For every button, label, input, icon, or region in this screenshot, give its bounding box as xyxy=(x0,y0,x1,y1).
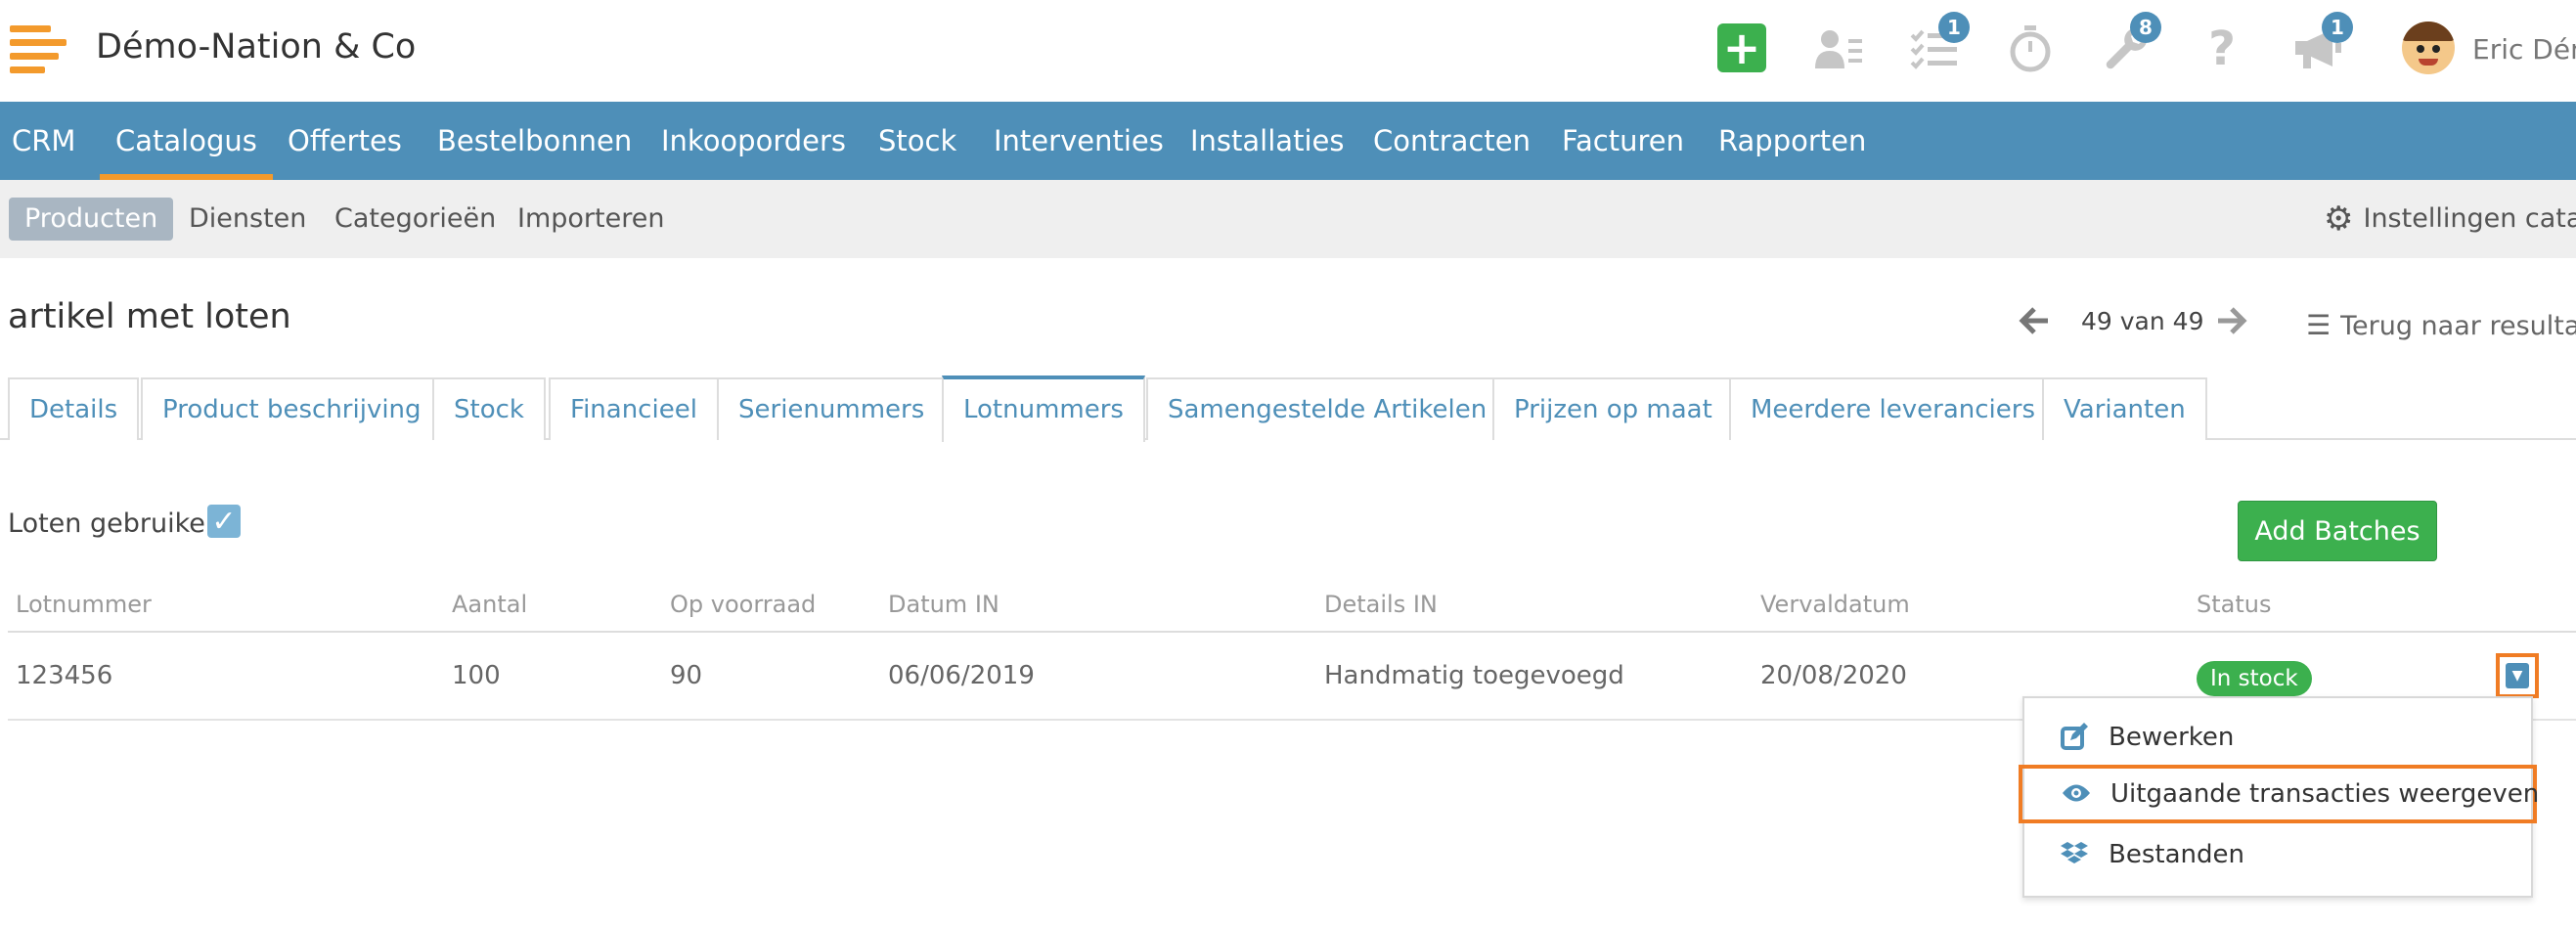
caret-down-icon: ▼ xyxy=(2511,668,2523,684)
tab-varianten[interactable]: Varianten xyxy=(2042,377,2207,440)
arrow-left-icon xyxy=(2019,307,2048,334)
cell-datum-in: 06/06/2019 xyxy=(888,661,1035,690)
nav-bestelbonnen[interactable]: Bestelbonnen xyxy=(437,102,632,180)
tab-details[interactable]: Details xyxy=(8,377,140,440)
nav-inkooporders[interactable]: Inkooporders xyxy=(661,102,846,180)
tasks-badge: 1 xyxy=(1938,12,1970,43)
plus-icon: + xyxy=(1722,22,1761,74)
row-actions-highlight: ▼ xyxy=(2496,653,2539,698)
tab-product-beschrijving[interactable]: Product beschrijving xyxy=(141,377,443,440)
catalog-settings-link[interactable]: ⚙ Instellingen catalogus xyxy=(2324,198,2576,241)
nav-stock[interactable]: Stock xyxy=(878,102,956,180)
user-name[interactable]: Eric Démo xyxy=(2472,33,2576,66)
sub-navigation: Producten Diensten Categorieën Importere… xyxy=(0,180,2576,258)
tools-badge: 8 xyxy=(2130,12,2161,43)
col-aantal: Aantal xyxy=(452,591,528,618)
help-button[interactable]: ? xyxy=(2195,22,2249,76)
tab-stock[interactable]: Stock xyxy=(432,377,546,440)
status-badge: In stock xyxy=(2197,661,2312,696)
back-to-results-label: Terug naar resultaten xyxy=(2340,311,2576,341)
app-logo-icon[interactable] xyxy=(10,25,68,74)
back-to-results-link[interactable]: ☰ Terug naar resultaten xyxy=(2306,309,2576,341)
menu-item-bewerken[interactable]: Bewerken xyxy=(2024,708,2531,767)
table-header-divider xyxy=(8,631,2576,633)
menu-item-uitgaande-transacties[interactable]: Uitgaande transacties weergeven xyxy=(2019,765,2540,823)
col-vervaldatum: Vervaldatum xyxy=(1760,591,1910,618)
cell-aantal: 100 xyxy=(452,661,501,690)
use-lots-checkbox[interactable]: ✓ xyxy=(207,504,241,539)
tab-serienummers[interactable]: Serienummers xyxy=(717,377,947,440)
nav-interventies[interactable]: Interventies xyxy=(994,102,1164,180)
product-tabs: Details Product beschrijving Stock Finan… xyxy=(0,376,2576,442)
nav-crm[interactable]: CRM xyxy=(12,102,75,180)
announcements-badge: 1 xyxy=(2322,12,2353,43)
user-avatar[interactable] xyxy=(2402,22,2455,74)
menu-item-label: Uitgaande transacties weergeven xyxy=(2110,779,2540,809)
main-navigation: CRM Catalogus Offertes Bestelbonnen Inko… xyxy=(0,102,2576,180)
menu-item-bestanden[interactable]: Bestanden xyxy=(2024,825,2531,884)
eye-icon xyxy=(2062,778,2091,808)
use-lots-label: Loten gebruiken xyxy=(8,508,222,539)
nav-contracten[interactable]: Contracten xyxy=(1373,102,1531,180)
top-header: Démo-Nation & Co + 1 8 ? 1 Eric Démo xyxy=(0,0,2576,102)
col-status: Status xyxy=(2197,591,2272,618)
previous-record-button[interactable] xyxy=(2019,305,2050,344)
checkmark-icon: ✓ xyxy=(211,504,237,539)
tasks-button[interactable]: 1 xyxy=(1907,12,1970,76)
contacts-button[interactable] xyxy=(1811,22,1866,76)
company-name[interactable]: Démo-Nation & Co xyxy=(96,27,416,66)
list-icon: ☰ xyxy=(2306,309,2332,341)
subnav-diensten[interactable]: Diensten xyxy=(189,198,306,241)
tab-samengestelde-artikelen[interactable]: Samengestelde Artikelen xyxy=(1146,377,1509,440)
tab-financieel[interactable]: Financieel xyxy=(549,377,719,440)
subnav-producten[interactable]: Producten xyxy=(9,198,174,241)
help-icon: ? xyxy=(2208,22,2236,76)
cell-lotnummer: 123456 xyxy=(16,661,113,690)
tab-prijzen-op-maat[interactable]: Prijzen op maat xyxy=(1492,377,1734,440)
edit-icon xyxy=(2060,722,2089,751)
page-title: artikel met loten xyxy=(8,297,291,336)
row-actions-menu: Bewerken Uitgaande transacties weergeven… xyxy=(2019,696,2539,898)
col-details-in: Details IN xyxy=(1324,591,1438,618)
timer-button[interactable] xyxy=(2003,22,2058,76)
cell-vervaldatum: 20/08/2020 xyxy=(1760,661,1907,690)
col-lotnummer: Lotnummer xyxy=(16,591,152,618)
col-datum-in: Datum IN xyxy=(888,591,999,618)
record-pager: 49 van 49 xyxy=(2081,307,2204,335)
cell-op-voorraad: 90 xyxy=(670,661,703,690)
subnav-categorieen[interactable]: Categorieën xyxy=(334,198,496,241)
nav-rapporten[interactable]: Rapporten xyxy=(1718,102,1866,180)
dropbox-icon xyxy=(2060,839,2089,868)
col-op-voorraad: Op voorraad xyxy=(670,591,817,618)
announcements-button[interactable]: 1 xyxy=(2290,12,2353,76)
nav-facturen[interactable]: Facturen xyxy=(1562,102,1684,180)
nav-installaties[interactable]: Installaties xyxy=(1190,102,1344,180)
arrow-right-icon xyxy=(2218,307,2247,334)
contacts-icon xyxy=(1815,30,1862,68)
stopwatch-icon xyxy=(2010,25,2051,72)
menu-item-label: Bestanden xyxy=(2109,840,2244,869)
cell-details-in: Handmatig toegevoegd xyxy=(1324,661,1624,690)
nav-offertes[interactable]: Offertes xyxy=(288,102,402,180)
next-record-button[interactable] xyxy=(2216,305,2247,344)
row-actions-toggle[interactable]: ▼ xyxy=(2506,663,2529,688)
nav-catalogus[interactable]: Catalogus xyxy=(100,102,273,180)
tools-button[interactable]: 8 xyxy=(2099,12,2161,76)
tab-lotnummers[interactable]: Lotnummers xyxy=(942,376,1145,442)
menu-item-label: Bewerken xyxy=(2109,723,2235,752)
tab-meerdere-leveranciers[interactable]: Meerdere leveranciers xyxy=(1729,377,2057,440)
add-batches-button[interactable]: Add Batches xyxy=(2238,501,2437,561)
gear-icon: ⚙ xyxy=(2324,199,2354,239)
subnav-importeren[interactable]: Importeren xyxy=(517,198,664,241)
quick-add-button[interactable]: + xyxy=(1717,23,1766,72)
catalog-settings-label: Instellingen catalogus xyxy=(2363,203,2576,234)
